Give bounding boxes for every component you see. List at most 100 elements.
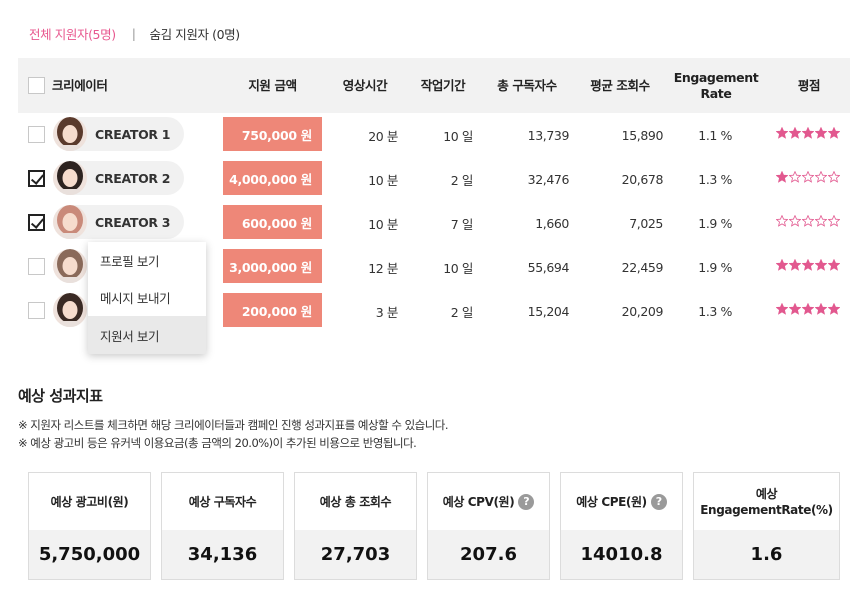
work-period: 10 일 <box>443 260 473 276</box>
video-time: 10 분 <box>368 172 398 188</box>
row-checkbox[interactable] <box>28 170 45 187</box>
amount-badge: 3,000,000 원 <box>223 249 322 283</box>
avg-views: 20,209 <box>621 303 664 319</box>
menu-view-profile[interactable]: 프로필 보기 <box>88 242 206 279</box>
avatar <box>53 205 87 239</box>
creator-chip[interactable]: CREATOR 2 <box>53 161 185 195</box>
header-rating: 평점 <box>797 77 821 93</box>
subscribers: 32,476 <box>527 171 570 187</box>
tab-hidden-applicants[interactable]: 숨김 지원자 (0명) <box>150 24 241 43</box>
avatar <box>53 117 87 151</box>
amount-badge: 750,000 원 <box>223 117 322 151</box>
star-icon <box>815 259 827 271</box>
work-period: 2 일 <box>450 304 474 320</box>
avatar[interactable] <box>53 293 87 327</box>
work-period: 10 일 <box>443 128 473 144</box>
question-circle-icon[interactable]: ? <box>518 493 535 510</box>
rating-stars <box>776 171 840 183</box>
performance-note-2: ※ 예상 광고비 등은 유커넥 이용요금(총 금액의 20.0%)이 추가된 비… <box>18 436 417 450</box>
star-icon <box>789 171 801 183</box>
header-video-time: 영상시간 <box>342 77 388 93</box>
star-icon <box>776 171 788 183</box>
card-value: 14010.8 <box>561 530 682 579</box>
card-label: 예상 CPV(원) <box>442 494 515 509</box>
avg-views: 20,678 <box>621 171 664 187</box>
engagement-rate: 1.1 % <box>698 127 732 143</box>
select-all-checkbox[interactable] <box>28 77 45 94</box>
card-value: 5,750,000 <box>29 530 150 579</box>
card-estimated-ad-cost: 예상 광고비(원) 5,750,000 <box>28 472 151 580</box>
card-estimated-total-views: 예상 총 조회수 27,703 <box>294 472 417 580</box>
video-time: 20 분 <box>368 128 398 144</box>
star-icon <box>776 303 788 315</box>
creator-name: CREATOR 2 <box>95 170 171 186</box>
performance-note-1: ※ 지원자 리스트를 체크하면 해당 크리에이터들과 캠페인 진행 성과지표를 … <box>18 418 449 432</box>
star-icon <box>789 259 801 271</box>
header-work-period: 작업기간 <box>420 77 466 93</box>
avg-views: 22,459 <box>621 259 664 275</box>
star-icon <box>776 127 788 139</box>
rating-stars <box>776 215 840 227</box>
header-subscribers: 총 구독자수 <box>497 77 557 93</box>
engagement-rate: 1.9 % <box>698 215 732 231</box>
star-icon <box>802 303 814 315</box>
star-icon <box>789 127 801 139</box>
table-row: CREATOR 3 600,000 원 10 분 7 일 1,660 7,025 1.9 % <box>18 201 850 245</box>
row-checkbox[interactable] <box>28 214 45 231</box>
card-estimated-engagement-rate: 예상 EngagementRate(%) 1.6 <box>693 472 840 580</box>
avg-views: 15,890 <box>621 127 664 143</box>
row-checkbox[interactable] <box>28 258 45 275</box>
card-value: 207.6 <box>428 530 549 579</box>
performance-title: 예상 성과지표 <box>18 387 103 405</box>
star-icon <box>815 127 827 139</box>
rating-stars <box>776 259 840 271</box>
avatar <box>53 161 87 195</box>
card-label: 예상 광고비(원) <box>50 494 129 509</box>
creator-chip[interactable]: CREATOR 1 <box>53 117 185 151</box>
row-checkbox[interactable] <box>28 302 45 319</box>
question-circle-icon[interactable]: ? <box>650 493 667 510</box>
engagement-rate: 1.3 % <box>698 303 732 319</box>
card-value: 27,703 <box>295 530 416 579</box>
engagement-rate: 1.3 % <box>698 171 732 187</box>
subscribers: 15,204 <box>527 303 570 319</box>
table-header: 크리에이터 지원 금액 영상시간 작업기간 총 구독자수 평균 조회수 Enga… <box>18 58 850 113</box>
video-time: 10 분 <box>368 216 398 232</box>
subscribers: 1,660 <box>535 215 569 231</box>
table-row: CREATOR 1 750,000 원 20 분 10 일 13,739 15,890 1.… <box>18 113 850 157</box>
subscribers: 13,739 <box>527 127 570 143</box>
tab-separator: | <box>131 26 136 41</box>
star-icon <box>776 215 788 227</box>
rating-stars <box>776 303 840 315</box>
star-icon <box>828 215 840 227</box>
menu-view-application[interactable]: 지원서 보기 <box>88 316 206 354</box>
star-icon <box>802 215 814 227</box>
star-icon <box>802 127 814 139</box>
star-icon <box>789 303 801 315</box>
table-row: CREATOR 2 4,000,000 원 10 분 2 일 32,476 20,678 1… <box>18 157 850 201</box>
work-period: 7 일 <box>450 216 474 232</box>
card-label: 예상 총 조회수 <box>319 494 392 509</box>
card-value: 1.6 <box>694 530 839 579</box>
star-icon <box>828 171 840 183</box>
star-icon <box>828 127 840 139</box>
creator-context-menu: 프로필 보기 메시지 보내기 지원서 보기 <box>88 242 206 354</box>
star-icon <box>815 171 827 183</box>
tab-all-applicants[interactable]: 전체 지원자(5명) <box>29 24 116 43</box>
avg-views: 7,025 <box>629 215 663 231</box>
card-label-line2: EngagementRate(%) <box>700 502 833 517</box>
menu-send-message[interactable]: 메시지 보내기 <box>88 279 206 316</box>
applicant-tabs: 전체 지원자(5명) | 숨김 지원자 (0명) <box>29 24 240 43</box>
row-checkbox[interactable] <box>28 126 45 143</box>
card-label-line1: 예상 <box>755 486 778 501</box>
creator-chip[interactable]: CREATOR 3 <box>53 205 185 239</box>
creator-name: CREATOR 1 <box>95 126 171 142</box>
avatar[interactable] <box>53 249 87 283</box>
subscribers: 55,694 <box>527 259 570 275</box>
star-icon <box>776 259 788 271</box>
star-icon <box>828 259 840 271</box>
header-amount: 지원 금액 <box>248 77 297 93</box>
rating-stars <box>776 127 840 139</box>
card-estimated-cpe: 예상 CPE(원)? 14010.8 <box>560 472 683 580</box>
card-value: 34,136 <box>162 530 283 579</box>
